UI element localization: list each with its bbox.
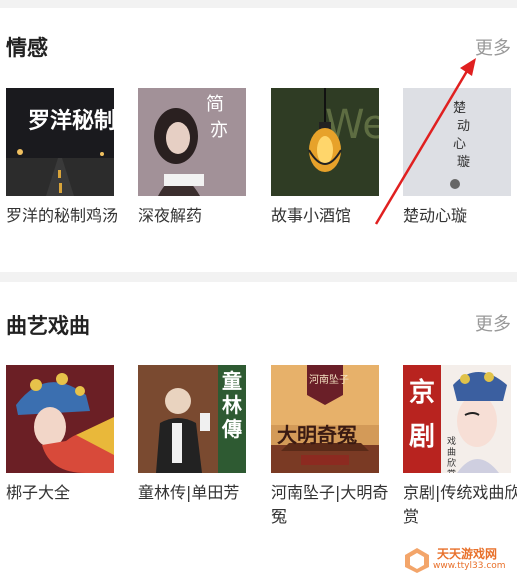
album-cover[interactable]: Wes — [271, 88, 379, 196]
svg-text:动: 动 — [457, 119, 470, 134]
album-cover[interactable]: 罗洋秘制 — [6, 88, 114, 196]
album-caption: 深夜解药 — [138, 206, 203, 225]
album-caption: 河南坠子|大明奇冤 — [271, 483, 389, 526]
section-divider — [0, 272, 517, 282]
svg-text:璇: 璇 — [457, 155, 470, 170]
section-emotion: 情感 更多 罗洋秘制 罗洋的秘制鸡汤 简 亦 深夜解药 We 故事小酒馆 楚 动… — [0, 8, 517, 272]
album-cover[interactable]: 简 亦 — [138, 88, 246, 196]
album-cover[interactable]: 童林傳 — [138, 365, 246, 473]
album-cover[interactable]: 楚 动 心 璇 — [403, 88, 511, 196]
svg-text:心: 心 — [453, 137, 466, 152]
album-cover[interactable] — [6, 365, 114, 473]
svg-text:楚: 楚 — [453, 101, 466, 116]
cover-title: 京剧 — [408, 378, 435, 452]
cover-title-2: 亦 — [210, 120, 228, 141]
album-caption: 故事小酒馆 — [271, 206, 352, 225]
album-cover[interactable]: 河南坠子 大明奇冤 — [271, 365, 379, 473]
album-caption: 罗洋的秘制鸡汤 — [6, 206, 119, 225]
cover-title: 罗洋秘制 — [28, 108, 114, 134]
section-opera: 曲艺戏曲 更多 梆子大全 童林傳 童林传|单田芳 河南坠子 大明奇冤 河南坠子|… — [0, 282, 517, 579]
more-button[interactable]: 更多 — [475, 310, 511, 336]
watermark: 天天游戏网 www.ttyl33.com — [403, 543, 513, 577]
section-title: 情感 — [6, 36, 48, 60]
album-caption: 楚动心璇 — [403, 206, 468, 225]
album-caption: 童林传|单田芳 — [138, 483, 240, 502]
album-caption: 京剧|传统戏曲欣赏 — [403, 483, 517, 526]
more-button[interactable]: 更多 — [475, 34, 511, 60]
cover-title: 童林傳 — [222, 369, 242, 441]
cover-title: 大明奇冤 — [277, 423, 357, 447]
album-caption: 梆子大全 — [6, 483, 71, 502]
section-title: 曲艺戏曲 — [6, 314, 90, 338]
album-cover[interactable]: 京剧 戏曲欣赏 — [403, 365, 511, 473]
cover-subtitle: 河南坠子 — [309, 375, 349, 386]
cover-subtitle: 戏曲欣赏 — [447, 437, 457, 473]
watermark-logo-icon — [405, 548, 429, 573]
cover-title: 简 — [206, 94, 224, 115]
top-divider — [0, 0, 517, 8]
watermark-name: 天天游戏网 — [437, 547, 498, 561]
watermark-url: www.ttyl33.com — [433, 561, 506, 571]
